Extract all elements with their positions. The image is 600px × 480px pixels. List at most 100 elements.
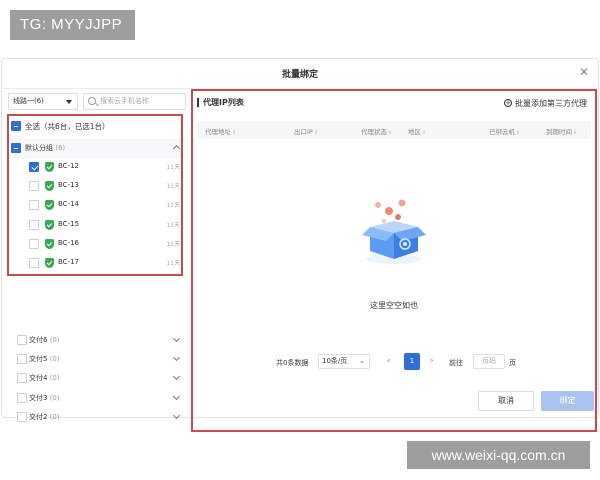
group-count: (0) — [49, 374, 60, 383]
device-days: 11天 — [166, 221, 180, 229]
next-page-icon[interactable]: › — [430, 356, 434, 366]
group-count: (0) — [49, 355, 60, 364]
shield-icon — [45, 238, 54, 249]
device-checkbox[interactable] — [29, 238, 39, 249]
group-name: 交付2 — [29, 412, 48, 421]
device-name: BC-14 — [58, 200, 79, 209]
chevron-down-icon[interactable] — [172, 411, 181, 419]
device-checkbox[interactable] — [29, 258, 39, 268]
column-header[interactable]: 地区⇕ — [408, 126, 426, 136]
group-row[interactable]: 交付6 (0) — [8, 331, 184, 350]
group-label: 交付2 (0) — [29, 412, 60, 422]
device-row[interactable]: BC-14 11天 — [8, 196, 184, 215]
group-label: 默认分组 (6) — [25, 143, 65, 153]
select-all-row[interactable]: 全选（共6台，已选1台） — [8, 117, 184, 136]
device-row[interactable]: BC-13 11天 — [8, 177, 184, 196]
watermark-top: TG: MYYJJPP — [10, 10, 135, 40]
group-checkbox[interactable] — [17, 335, 27, 345]
device-tree: 全选（共6台，已选1台） 默认分组 (6) BC-12 11天 BC-13 11天 BC… — [8, 114, 184, 428]
page-size-select[interactable]: 10条/页 ⌄ — [318, 354, 370, 369]
search-placeholder: 搜索云手机名称 — [100, 97, 149, 105]
group-label: 交付6 (0) — [29, 335, 60, 345]
column-header[interactable]: 已绑云机⇕ — [489, 126, 520, 136]
page-size-value: 10条/页 — [322, 357, 348, 365]
total-count: 共0条数据 — [276, 359, 309, 367]
proxy-list-title: 代理IP列表 — [197, 98, 244, 107]
group-checkbox[interactable] — [17, 392, 27, 403]
column-header[interactable]: 代理状态⇕ — [361, 126, 392, 136]
group-row[interactable]: 交付5 (0) — [8, 350, 184, 369]
chevron-down-icon[interactable] — [172, 392, 181, 400]
column-header-label: 出口IP — [294, 128, 313, 136]
device-name: BC-17 — [58, 258, 79, 266]
column-header-label: 地区 — [408, 128, 421, 136]
line-select[interactable]: 线路一(6) — [8, 93, 78, 110]
device-name: BC-13 — [58, 181, 79, 190]
chevron-down-icon[interactable] — [172, 373, 181, 381]
device-checkbox[interactable] — [29, 181, 39, 192]
goto-label: 前往 — [449, 359, 463, 367]
device-checkbox[interactable] — [29, 200, 39, 211]
cancel-button[interactable]: 取消 — [478, 391, 534, 411]
sort-icon: ⇕ — [516, 130, 521, 136]
column-header-label: 代理状态 — [361, 128, 387, 136]
group-name: 交付3 — [29, 393, 48, 402]
device-row[interactable]: BC-16 11天 — [8, 235, 184, 254]
device-row[interactable]: BC-12 11天 — [8, 158, 184, 177]
shield-icon — [45, 258, 54, 268]
pagination: 共0条数据 10条/页 ⌄ ‹ 1 › 前往 页码 页 — [193, 353, 595, 371]
group-name: 交付4 — [29, 374, 48, 383]
sort-icon: ⇕ — [573, 130, 578, 136]
goto-page-input[interactable]: 页码 — [473, 354, 505, 369]
chevron-down-icon[interactable] — [172, 354, 181, 362]
column-header[interactable]: 到期时间⇕ — [546, 126, 577, 136]
empty-box-illustration — [362, 199, 426, 264]
group-checkbox[interactable] — [17, 411, 27, 422]
group-row[interactable]: 交付4 (0) — [8, 369, 184, 388]
prev-page-icon[interactable]: ‹ — [387, 356, 391, 366]
shield-icon — [45, 162, 54, 172]
shield-icon — [45, 181, 54, 192]
chevron-down-icon[interactable] — [172, 334, 181, 343]
device-days: 11天 — [166, 260, 180, 267]
column-header-label: 已绑云机 — [489, 128, 515, 136]
sort-icon: ⇕ — [313, 130, 319, 136]
chevron-up-icon[interactable] — [172, 144, 181, 153]
close-icon[interactable]: ✕ — [578, 66, 590, 78]
group-checkbox[interactable] — [11, 143, 21, 153]
bind-button[interactable]: 绑定 — [541, 391, 594, 411]
group-label: 交付5 (0) — [29, 354, 60, 364]
page-unit-label: 页 — [509, 359, 516, 367]
group-checkbox[interactable] — [17, 373, 27, 384]
group-count: (6) — [55, 144, 66, 152]
group-row[interactable]: 交付2 (0) — [8, 408, 184, 427]
proxy-panel: 代理IP列表 + 批量添加第三方代理 代理地址⇕ 出口IP⇕ 代理状态⇕ 地区⇕ 已绑云… — [191, 89, 597, 432]
search-icon — [88, 97, 96, 105]
group-count: (0) — [49, 412, 60, 421]
group-row[interactable]: 交付3 (0) — [8, 389, 184, 408]
column-header-label: 到期时间 — [546, 128, 572, 136]
device-row[interactable]: BC-15 11天 — [8, 216, 184, 235]
dialog-header: 批量绑定 ✕ — [2, 59, 598, 89]
page-number-current[interactable]: 1 — [404, 353, 420, 370]
empty-state-text: 这里空空如也 — [370, 301, 418, 310]
device-days: 11天 — [166, 202, 180, 210]
shield-icon — [45, 200, 54, 211]
device-days: 11天 — [166, 240, 180, 248]
device-checkbox[interactable] — [29, 219, 39, 230]
column-header[interactable]: 出口IP⇕ — [294, 126, 318, 136]
group-row-default[interactable]: 默认分组 (6) — [8, 139, 184, 158]
dialog-title: 批量绑定 — [281, 70, 318, 80]
group-checkbox[interactable] — [17, 354, 27, 365]
add-third-party-proxy-button[interactable]: + 批量添加第三方代理 — [504, 98, 587, 109]
watermark-bottom: www.weixi-qq.com.cn — [407, 441, 590, 469]
search-input[interactable]: 搜索云手机名称 — [83, 93, 186, 110]
device-name: BC-15 — [58, 219, 79, 228]
device-row[interactable]: BC-17 11天 — [8, 254, 184, 273]
column-header[interactable]: 代理地址⇕ — [205, 126, 236, 136]
select-all-checkbox[interactable] — [11, 121, 21, 131]
batch-bind-dialog: 批量绑定 ✕ 线路一(6) 搜索云手机名称 全选（共6台，已选1台） 默认分组 … — [1, 58, 599, 432]
group-name: 交付6 — [29, 336, 48, 344]
add-proxy-label: 批量添加第三方代理 — [515, 99, 587, 108]
device-checkbox[interactable] — [29, 162, 39, 172]
